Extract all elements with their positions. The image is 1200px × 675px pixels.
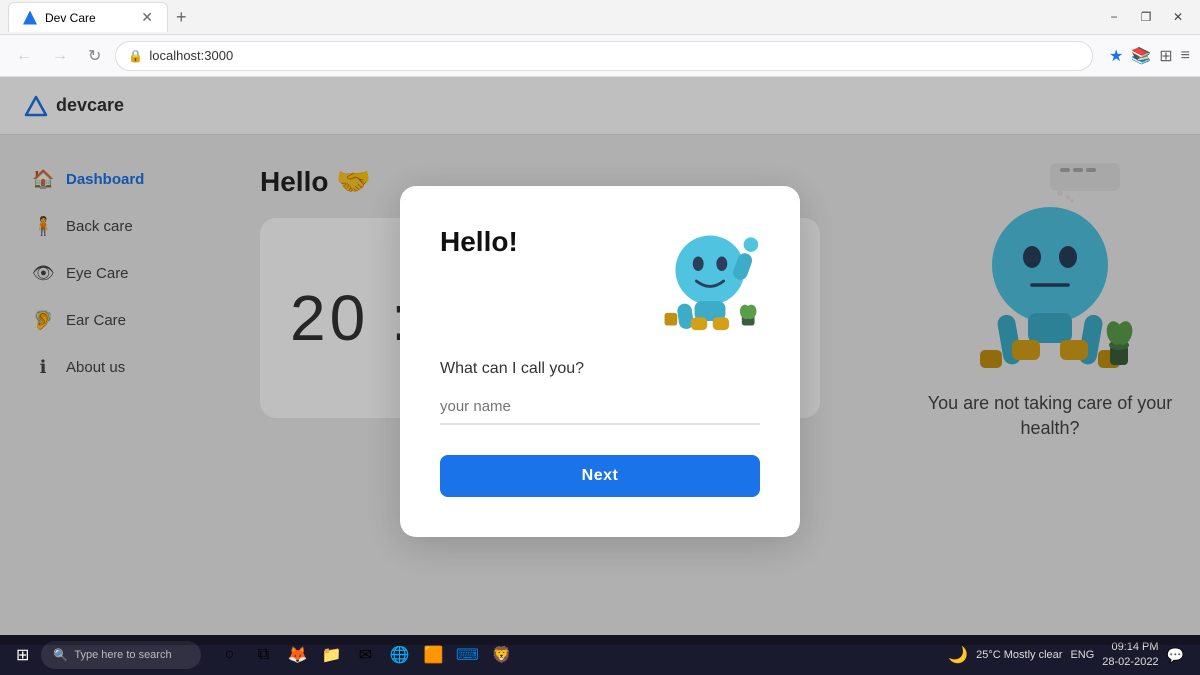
clock-date: 28-02-2022 [1102,655,1158,670]
weather-text: 25°C Mostly clear [976,649,1062,661]
tab-close-button[interactable]: ✕ [141,9,153,26]
forward-button[interactable]: → [46,43,74,69]
start-button[interactable]: ⊞ [8,641,37,669]
notification-icon[interactable]: 💬 [1167,647,1184,664]
bookmark-icon[interactable]: ★ [1109,46,1123,66]
search-text: Type here to search [74,649,171,661]
tab-favicon [23,11,37,25]
browser-toolbar: ← → ↻ 🔒 localhost:3000 ★ 📚 ⊞ ≡ [0,35,1200,77]
address-bar[interactable]: 🔒 localhost:3000 [115,41,1093,71]
lock-icon: 🔒 [128,49,143,63]
new-tab-button[interactable]: + [168,7,195,28]
address-text: localhost:3000 [149,48,1080,63]
modal-question: What can I call you? [440,360,584,378]
modal-title: Hello! [440,226,518,258]
taskbar-search[interactable]: 🔍 Type here to search [41,641,201,669]
next-button[interactable]: Next [440,455,760,497]
restore-button[interactable]: ❐ [1132,3,1160,31]
name-input[interactable] [440,390,760,425]
collections-icon[interactable]: 📚 [1131,46,1151,66]
close-button[interactable]: ✕ [1164,3,1192,31]
modal-header: Hello! [440,226,760,336]
menu-icon[interactable]: ≡ [1181,47,1190,65]
toolbar-icons: ★ 📚 ⊞ ≡ [1109,46,1190,66]
modal-box: Hello! [400,186,800,537]
browser-tab[interactable]: Dev Care ✕ [8,2,168,32]
back-button[interactable]: ← [10,43,38,69]
titlebar-controls: − ❐ ✕ [1100,3,1192,31]
weather-icon: 🌙 [948,645,968,665]
modal-overlay: Hello! [0,77,1200,645]
search-icon: 🔍 [53,648,68,662]
language-indicator: ENG [1070,649,1094,661]
tab-title: Dev Care [45,11,96,25]
split-view-icon[interactable]: ⊞ [1159,46,1172,66]
refresh-button[interactable]: ↻ [82,42,107,70]
minimize-button[interactable]: − [1100,3,1128,31]
modal-character-icon [660,226,760,336]
browser-titlebar: Dev Care ✕ + − ❐ ✕ [0,0,1200,35]
